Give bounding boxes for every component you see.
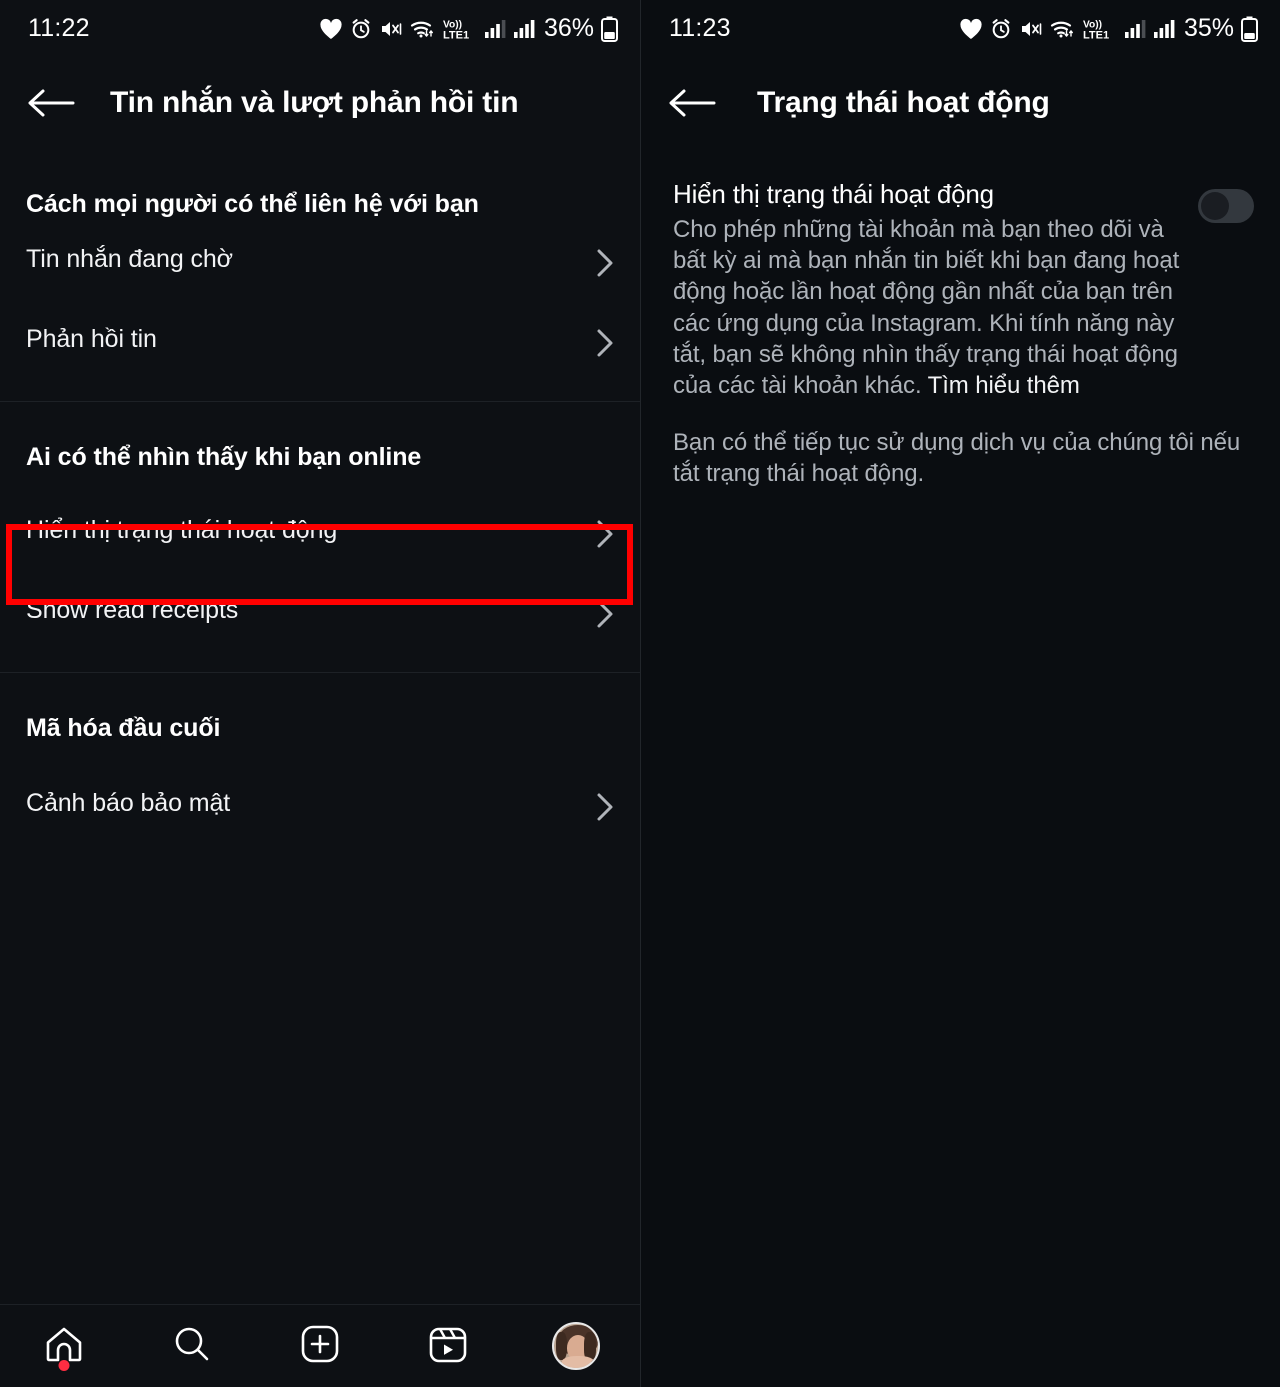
setting-description-text: Cho phép những tài khoản mà bạn theo dõi… xyxy=(673,216,1180,399)
activity-status-toggle[interactable] xyxy=(1198,189,1254,223)
status-time: 11:23 xyxy=(669,14,731,42)
app-bar: Trạng thái hoạt động xyxy=(641,57,1280,149)
learn-more-link[interactable]: Tìm hiểu thêm xyxy=(928,372,1080,399)
activity-status-setting: Hiển thị trạng thái hoạt động Cho phép n… xyxy=(641,149,1280,490)
chevron-right-icon xyxy=(594,792,616,821)
dual-screenshot-container: 11:22 Vo)) LTE1 36% Tin nhắn và lượt phả… xyxy=(0,0,1280,1387)
svg-text:LTE1: LTE1 xyxy=(1083,29,1109,41)
battery-icon xyxy=(1241,16,1258,42)
chevron-right-icon xyxy=(594,328,616,357)
mute-vibrate-icon xyxy=(1019,18,1043,40)
signal-1-icon xyxy=(1124,19,1146,39)
home-badge-dot xyxy=(58,1360,70,1371)
search-icon xyxy=(171,1323,213,1370)
signal-2-icon xyxy=(513,19,535,39)
heart-icon xyxy=(959,18,983,40)
row-message-replies[interactable]: Phản hồi tin xyxy=(0,299,640,379)
nav-create[interactable] xyxy=(280,1316,360,1376)
status-icon-group: Vo)) LTE1 xyxy=(319,14,618,43)
battery-percent: 36% xyxy=(543,14,594,42)
row-pending-messages[interactable]: Tin nhắn đang chờ xyxy=(0,219,640,299)
nav-home[interactable] xyxy=(24,1316,104,1376)
section-title-online-visibility: Ai có thể nhìn thấy khi bạn online xyxy=(26,443,422,471)
status-bar: 11:23 Vo)) LTE1 35% xyxy=(641,0,1280,57)
profile-avatar xyxy=(552,1322,600,1370)
section-title-encryption: Mã hóa đầu cuối xyxy=(26,714,221,742)
status-time: 11:22 xyxy=(28,14,90,42)
chevron-right-icon xyxy=(594,599,616,628)
section-title-contact: Cách mọi người có thể liên hệ với bạn xyxy=(26,190,479,218)
create-plus-icon xyxy=(299,1323,341,1370)
row-label: Phản hồi tin xyxy=(26,324,157,353)
nav-profile[interactable] xyxy=(536,1316,616,1376)
section-contact: Cách mọi người có thể liên hệ với bạn Ti… xyxy=(0,149,640,401)
volte-icon: Vo)) LTE1 xyxy=(1083,17,1117,41)
bottom-navigation-bar xyxy=(0,1304,640,1387)
status-bar: 11:22 Vo)) LTE1 36% xyxy=(0,0,640,57)
chevron-right-icon xyxy=(594,248,616,277)
setting-title: Hiển thị trạng thái hoạt động xyxy=(673,179,994,209)
setting-description: Cho phép những tài khoản mà bạn theo dõi… xyxy=(673,214,1184,401)
right-phone-screen: 11:23 Vo)) LTE1 35% Trạng thái hoạt động… xyxy=(640,0,1280,1387)
row-label: Hiển thị trạng thái hoạt động xyxy=(26,515,338,544)
battery-icon xyxy=(601,16,618,42)
app-bar: Tin nhắn và lượt phản hồi tin xyxy=(0,57,640,149)
section-online-visibility: Ai có thể nhìn thấy khi bạn online Hiển … xyxy=(0,401,640,672)
section-encryption: Mã hóa đầu cuối Cảnh báo bảo mật xyxy=(0,672,640,853)
page-title: Tin nhắn và lượt phản hồi tin xyxy=(110,86,519,119)
wifi-icon xyxy=(410,18,436,40)
heart-icon xyxy=(319,18,343,40)
row-label: Show read receipts xyxy=(26,595,239,624)
alarm-icon xyxy=(990,18,1012,40)
back-arrow-icon[interactable] xyxy=(26,83,80,123)
nav-search[interactable] xyxy=(152,1316,232,1376)
nav-reels[interactable] xyxy=(408,1316,488,1376)
volte-icon: Vo)) LTE1 xyxy=(443,17,477,41)
setting-description-secondary: Bạn có thể tiếp tục sử dụng dịch vụ của … xyxy=(673,429,1241,488)
row-show-activity-status[interactable]: Hiển thị trạng thái hoạt động xyxy=(0,490,640,570)
wifi-icon xyxy=(1050,18,1076,40)
reels-icon xyxy=(427,1323,469,1370)
signal-1-icon xyxy=(484,19,506,39)
signal-2-icon xyxy=(1153,19,1175,39)
left-phone-screen: 11:22 Vo)) LTE1 36% Tin nhắn và lượt phả… xyxy=(0,0,640,1387)
status-icon-group: Vo)) LTE1 xyxy=(959,14,1258,43)
page-title: Trạng thái hoạt động xyxy=(757,86,1050,119)
row-security-alerts[interactable]: Cảnh báo bảo mật xyxy=(0,763,640,843)
toggle-knob xyxy=(1201,192,1229,220)
back-arrow-icon[interactable] xyxy=(667,83,721,123)
mute-vibrate-icon xyxy=(379,18,403,40)
battery-percent: 35% xyxy=(1183,14,1234,42)
chevron-right-icon xyxy=(594,519,616,548)
row-label: Tin nhắn đang chờ xyxy=(26,244,233,273)
row-label: Cảnh báo bảo mật xyxy=(26,788,231,817)
row-show-read-receipts[interactable]: Show read receipts xyxy=(0,570,640,650)
svg-text:LTE1: LTE1 xyxy=(443,29,469,41)
alarm-icon xyxy=(350,18,372,40)
